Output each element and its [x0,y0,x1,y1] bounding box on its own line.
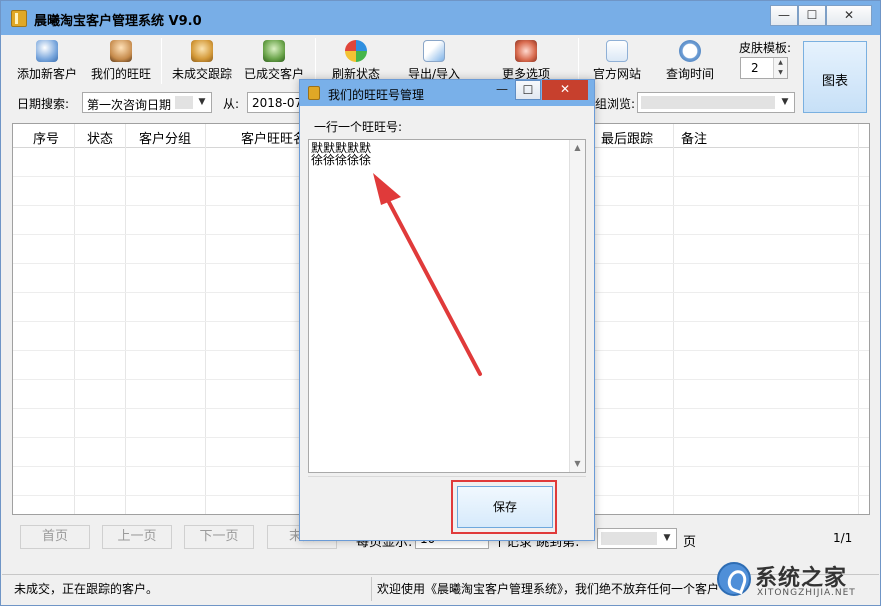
selection-fill [641,96,775,109]
skin-template-value: 2 [751,61,759,75]
website-home-icon [606,40,628,62]
not-closed-followup-button[interactable]: 未成交跟踪 [169,38,235,84]
document-pen-icon [423,40,445,62]
skin-template-stepper[interactable]: 2 ▲ ▼ [740,57,788,79]
column-header-status[interactable]: 状态 [87,128,113,147]
date-field-value: 第一次咨询日期 [87,98,172,112]
status-left-text: 未成交，正在跟踪的客户。 [14,582,159,596]
date-search-label: 日期搜索: [17,97,70,111]
dialog-minimize-button[interactable]: — [490,80,514,100]
wangwang-manage-dialog: 我们的旺旺号管理 — ☐ ✕ 一行一个旺旺号: 默默默默默 徐徐徐徐徐 ▲ ▼ … [299,79,595,541]
stepper-arrows-icon[interactable]: ▲ ▼ [773,58,787,78]
column-header-note[interactable]: 备注 [681,128,707,147]
selection-fill [601,532,657,545]
query-time-button[interactable]: 查询时间 [661,38,719,84]
column-header-wangwang[interactable]: 客户旺旺名 [241,128,306,147]
status-right-text: 欢迎使用《晨曦淘宝客户管理系统》，我们绝不放弃任何一个客户 [377,582,720,596]
minimize-icon: — [778,8,790,22]
dialog-instruction: 一行一个旺旺号: [314,120,403,134]
grid-column-line [673,124,674,514]
group-browse-select[interactable]: ▼ [637,92,795,113]
scroll-down-icon[interactable]: ▼ [570,456,585,472]
query-time-label: 查询时间 [665,67,714,81]
closed-customers-button[interactable]: 已成交客户 [241,38,307,84]
chevron-down-icon: ▼ [198,97,206,107]
grid-column-line [125,124,126,514]
from-date-field[interactable]: 2018-07- [247,92,307,113]
grid-column-line [858,124,859,514]
grid-column-line [74,124,75,514]
user-avatar-icon [110,40,132,62]
maximize-icon: ☐ [522,83,534,97]
add-customer-button[interactable]: 添加新客户 [13,38,81,84]
skin-template-label: 皮肤模板: [739,41,792,55]
official-site-label: 官方网站 [592,67,641,81]
watermark-logo: 系统之家 XITONGZHIJIA.NET [713,554,881,606]
status-divider [371,577,372,601]
minimize-button[interactable]: — [770,5,798,26]
column-header-last-followup[interactable]: 最后跟踪 [601,128,653,147]
next-page-button[interactable]: 下一页 [184,525,254,549]
column-header-group[interactable]: 客户分组 [139,128,191,147]
dialog-maximize-button[interactable]: ☐ [515,80,541,100]
official-site-button[interactable]: 官方网站 [589,38,645,84]
closed-customers-label: 已成交客户 [243,67,304,81]
group-browse-label: 组浏览: [595,97,636,111]
not-closed-followup-label: 未成交跟踪 [171,67,232,81]
close-button[interactable]: ✕ [826,5,872,26]
maximize-button[interactable]: ☐ [798,5,826,26]
selection-fill [175,96,193,109]
dialog-close-button[interactable]: ✕ [542,80,588,100]
minimize-icon: — [496,82,508,96]
from-label: 从: [223,97,240,111]
close-icon: ✕ [843,8,855,22]
handshake-icon [515,40,537,62]
wangwang-textarea[interactable]: 默默默默默 徐徐徐徐徐 ▲ ▼ [308,139,586,473]
grid-column-line [205,124,206,514]
chevron-down-icon: ▼ [781,97,789,107]
page-count: 1/1 [833,531,853,545]
main-window: 晨曦淘宝客户管理系统 V9.0 — ☐ ✕ 添加新客户 我们的旺旺 未成交跟踪 … [0,0,881,606]
export-import-button[interactable]: 导出/导入 [401,38,467,84]
wangwang-text-content: 默默默默默 徐徐徐徐徐 [311,141,372,167]
date-field-select[interactable]: 第一次咨询日期 ▼ [82,92,212,113]
prev-page-button[interactable]: 上一页 [102,525,172,549]
our-wangwang-button[interactable]: 我们的旺旺 [87,38,155,84]
title-bar[interactable]: 晨曦淘宝客户管理系统 V9.0 — ☐ ✕ [1,1,880,35]
toolbar-separator [315,38,316,84]
group-users-icon [263,40,285,62]
chart-button[interactable]: 图表 [803,41,867,113]
more-options-button[interactable]: 更多选项 [495,38,557,84]
dialog-divider [308,476,586,477]
refresh-globe-icon [345,40,367,62]
dialog-book-icon [308,86,320,100]
save-button[interactable]: 保存 [457,486,553,528]
dialog-title-bar[interactable]: 我们的旺旺号管理 — ☐ ✕ [300,80,594,106]
our-wangwang-label: 我们的旺旺 [90,67,151,81]
toolbar-separator [578,38,579,84]
first-page-button[interactable]: 首页 [20,525,90,549]
dialog-title: 我们的旺旺号管理 [328,88,425,102]
chart-button-label: 图表 [821,74,848,89]
jump-page-select[interactable]: ▼ [597,528,677,549]
scroll-up-icon[interactable]: ▲ [570,140,585,156]
textarea-scrollbar[interactable]: ▲ ▼ [569,140,585,472]
add-user-icon [36,40,58,62]
followup-users-icon [191,40,213,62]
page-suffix-label: 页 [683,535,697,550]
watermark-subtext: XITONGZHIJIA.NET [757,588,856,598]
toolbar-separator [161,38,162,84]
window-title: 晨曦淘宝客户管理系统 V9.0 [34,14,202,29]
clock-icon [679,40,701,62]
close-icon: ✕ [559,82,571,96]
refresh-status-button[interactable]: 刷新状态 [325,38,387,84]
column-header-index[interactable]: 序号 [33,128,59,147]
app-book-icon [11,10,27,27]
watermark-logo-icon [717,562,751,596]
chevron-down-icon: ▼ [663,533,671,543]
maximize-icon: ☐ [806,8,818,22]
add-customer-label: 添加新客户 [16,67,77,81]
